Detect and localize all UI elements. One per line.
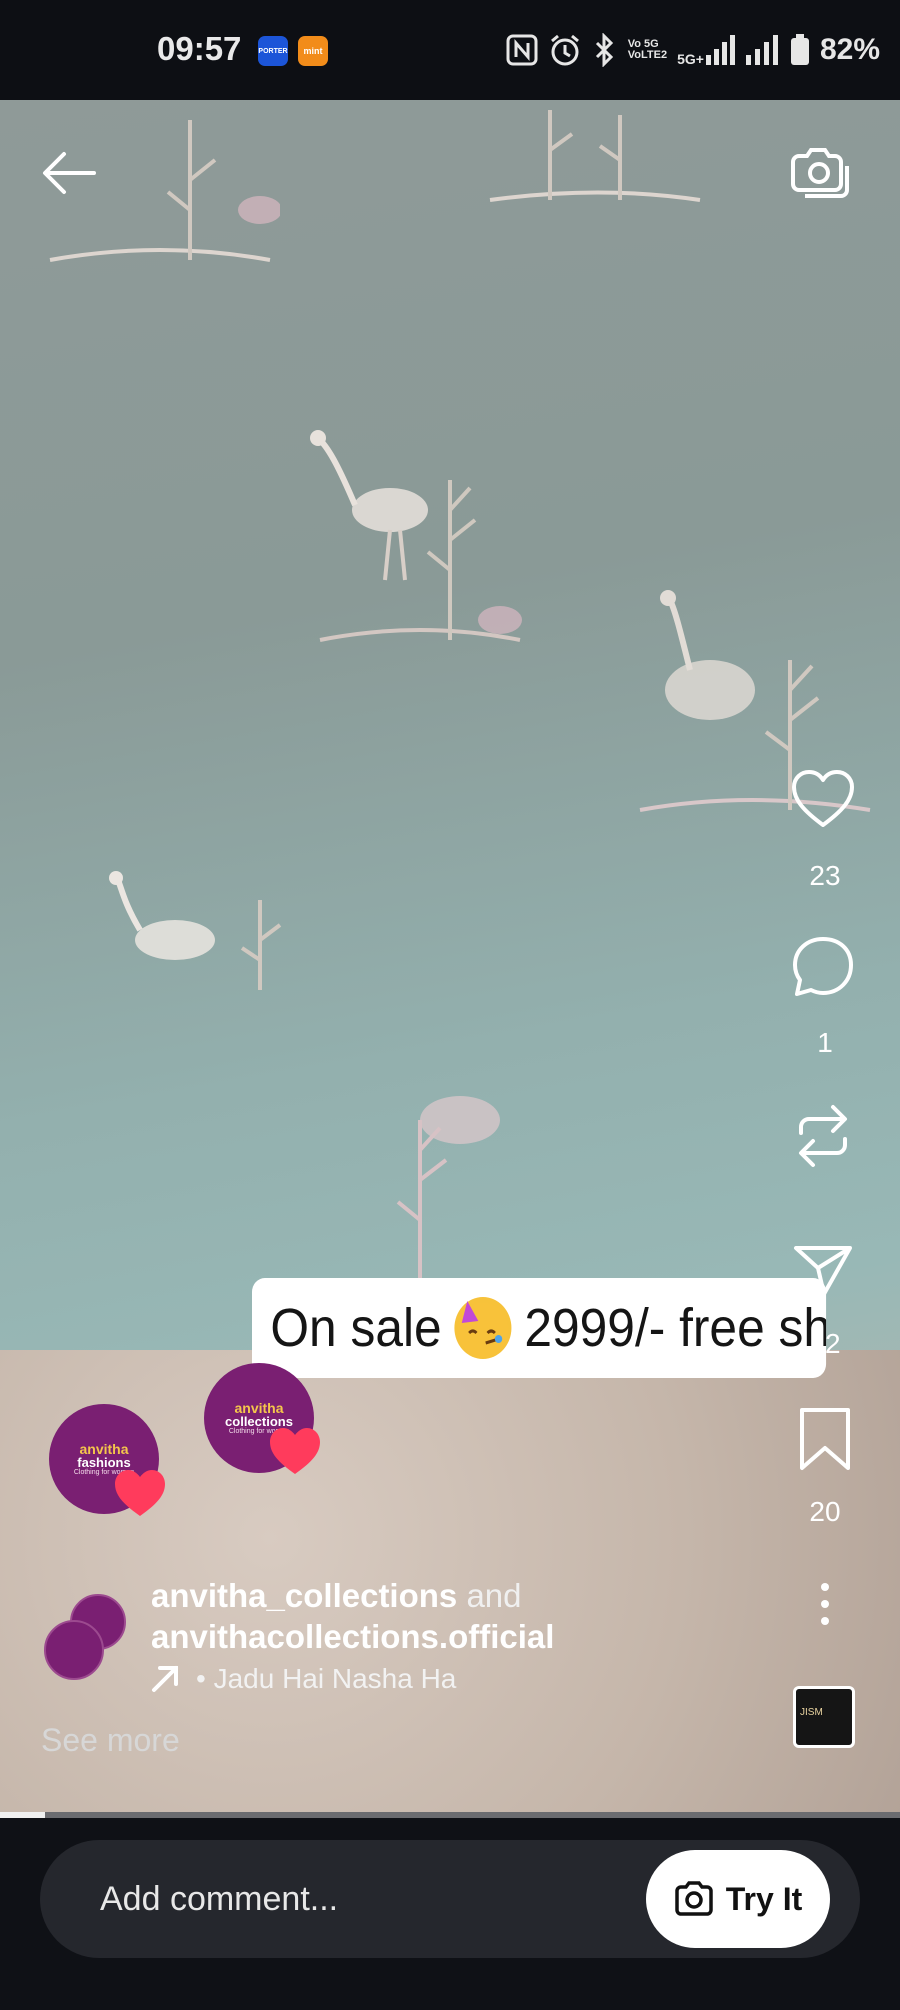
heart-sticker-icon — [115, 1470, 165, 1516]
embroidery-motif — [109, 871, 282, 990]
music-info[interactable]: • Jadu Hai Nasha Ha — [150, 1663, 456, 1695]
partying-face-emoji — [454, 1297, 512, 1359]
comment-bubble-icon[interactable] — [790, 934, 856, 1000]
battery-percent: 82% — [819, 33, 880, 66]
alarm-icon — [550, 34, 579, 66]
comment-placeholder: Add comment... — [100, 1880, 339, 1918]
see-more-link[interactable]: See more — [41, 1722, 180, 1759]
save-bookmark-icon[interactable] — [797, 1406, 853, 1472]
try-it-label: Try It — [725, 1880, 803, 1917]
save-count: 20 — [809, 1496, 841, 1527]
add-comment-field[interactable]: Add comment... Try It — [40, 1840, 860, 1958]
heart-sticker-icon — [270, 1428, 320, 1474]
status-time: 09:57 — [157, 30, 242, 67]
music-title: • Jadu Hai Nasha Ha — [196, 1663, 457, 1694]
nfc-icon — [506, 34, 538, 66]
bluetooth-icon — [595, 33, 613, 67]
try-it-button[interactable]: Try It — [646, 1850, 830, 1948]
status-bar: 09:57 PORTER mint Vo 5G VoLTE2 5G+ 82% — [0, 0, 900, 100]
status-indicators: Vo 5G VoLTE2 5G+ 82% — [506, 30, 880, 70]
comment-count: 1 — [817, 1027, 833, 1058]
music-thumbnail[interactable]: JISM — [793, 1686, 855, 1748]
owner-avatar[interactable] — [44, 1620, 104, 1680]
signal-5g: 5G+ — [677, 35, 736, 66]
sale-text-right: 2999/- free ship — [524, 1298, 827, 1358]
battery-icon — [790, 34, 809, 65]
sale-text-left: On sale — [270, 1298, 442, 1358]
owner-and: and — [466, 1577, 522, 1614]
repost-icon[interactable] — [793, 1103, 853, 1169]
embroidery-motif — [396, 1096, 500, 1290]
sale-banner-sticker: On sale 2999/- free ship — [252, 1278, 827, 1378]
embroidery-motif — [310, 430, 522, 642]
owner-name-secondary[interactable]: anvithacollections.official — [151, 1618, 554, 1655]
more-options-icon[interactable] — [818, 1581, 832, 1627]
camera-icon[interactable] — [785, 140, 849, 204]
network-labels: Vo 5G VoLTE2 — [627, 38, 668, 61]
signal-bars-icon-2 — [745, 35, 778, 65]
reel-owner[interactable]: anvitha_collections and anvithacollectio… — [151, 1575, 554, 1657]
owner-name-primary[interactable]: anvitha_collections — [151, 1577, 457, 1614]
arrow-up-right-icon — [152, 1666, 178, 1692]
porter-app-icon: PORTER — [258, 36, 288, 66]
mint-app-icon: mint — [298, 36, 328, 66]
comment-bar: Add comment... Try It — [0, 1818, 900, 2010]
reel-video[interactable]: 23 1 12 20 On sale 2999/- free ship anvi… — [0, 100, 900, 1818]
embroidery-motif — [489, 110, 701, 202]
camera-icon — [675, 1881, 713, 1916]
signal-bars-icon — [705, 35, 735, 65]
like-heart-icon[interactable] — [790, 768, 856, 830]
back-arrow-icon[interactable] — [38, 142, 100, 204]
like-count: 23 — [809, 860, 841, 891]
